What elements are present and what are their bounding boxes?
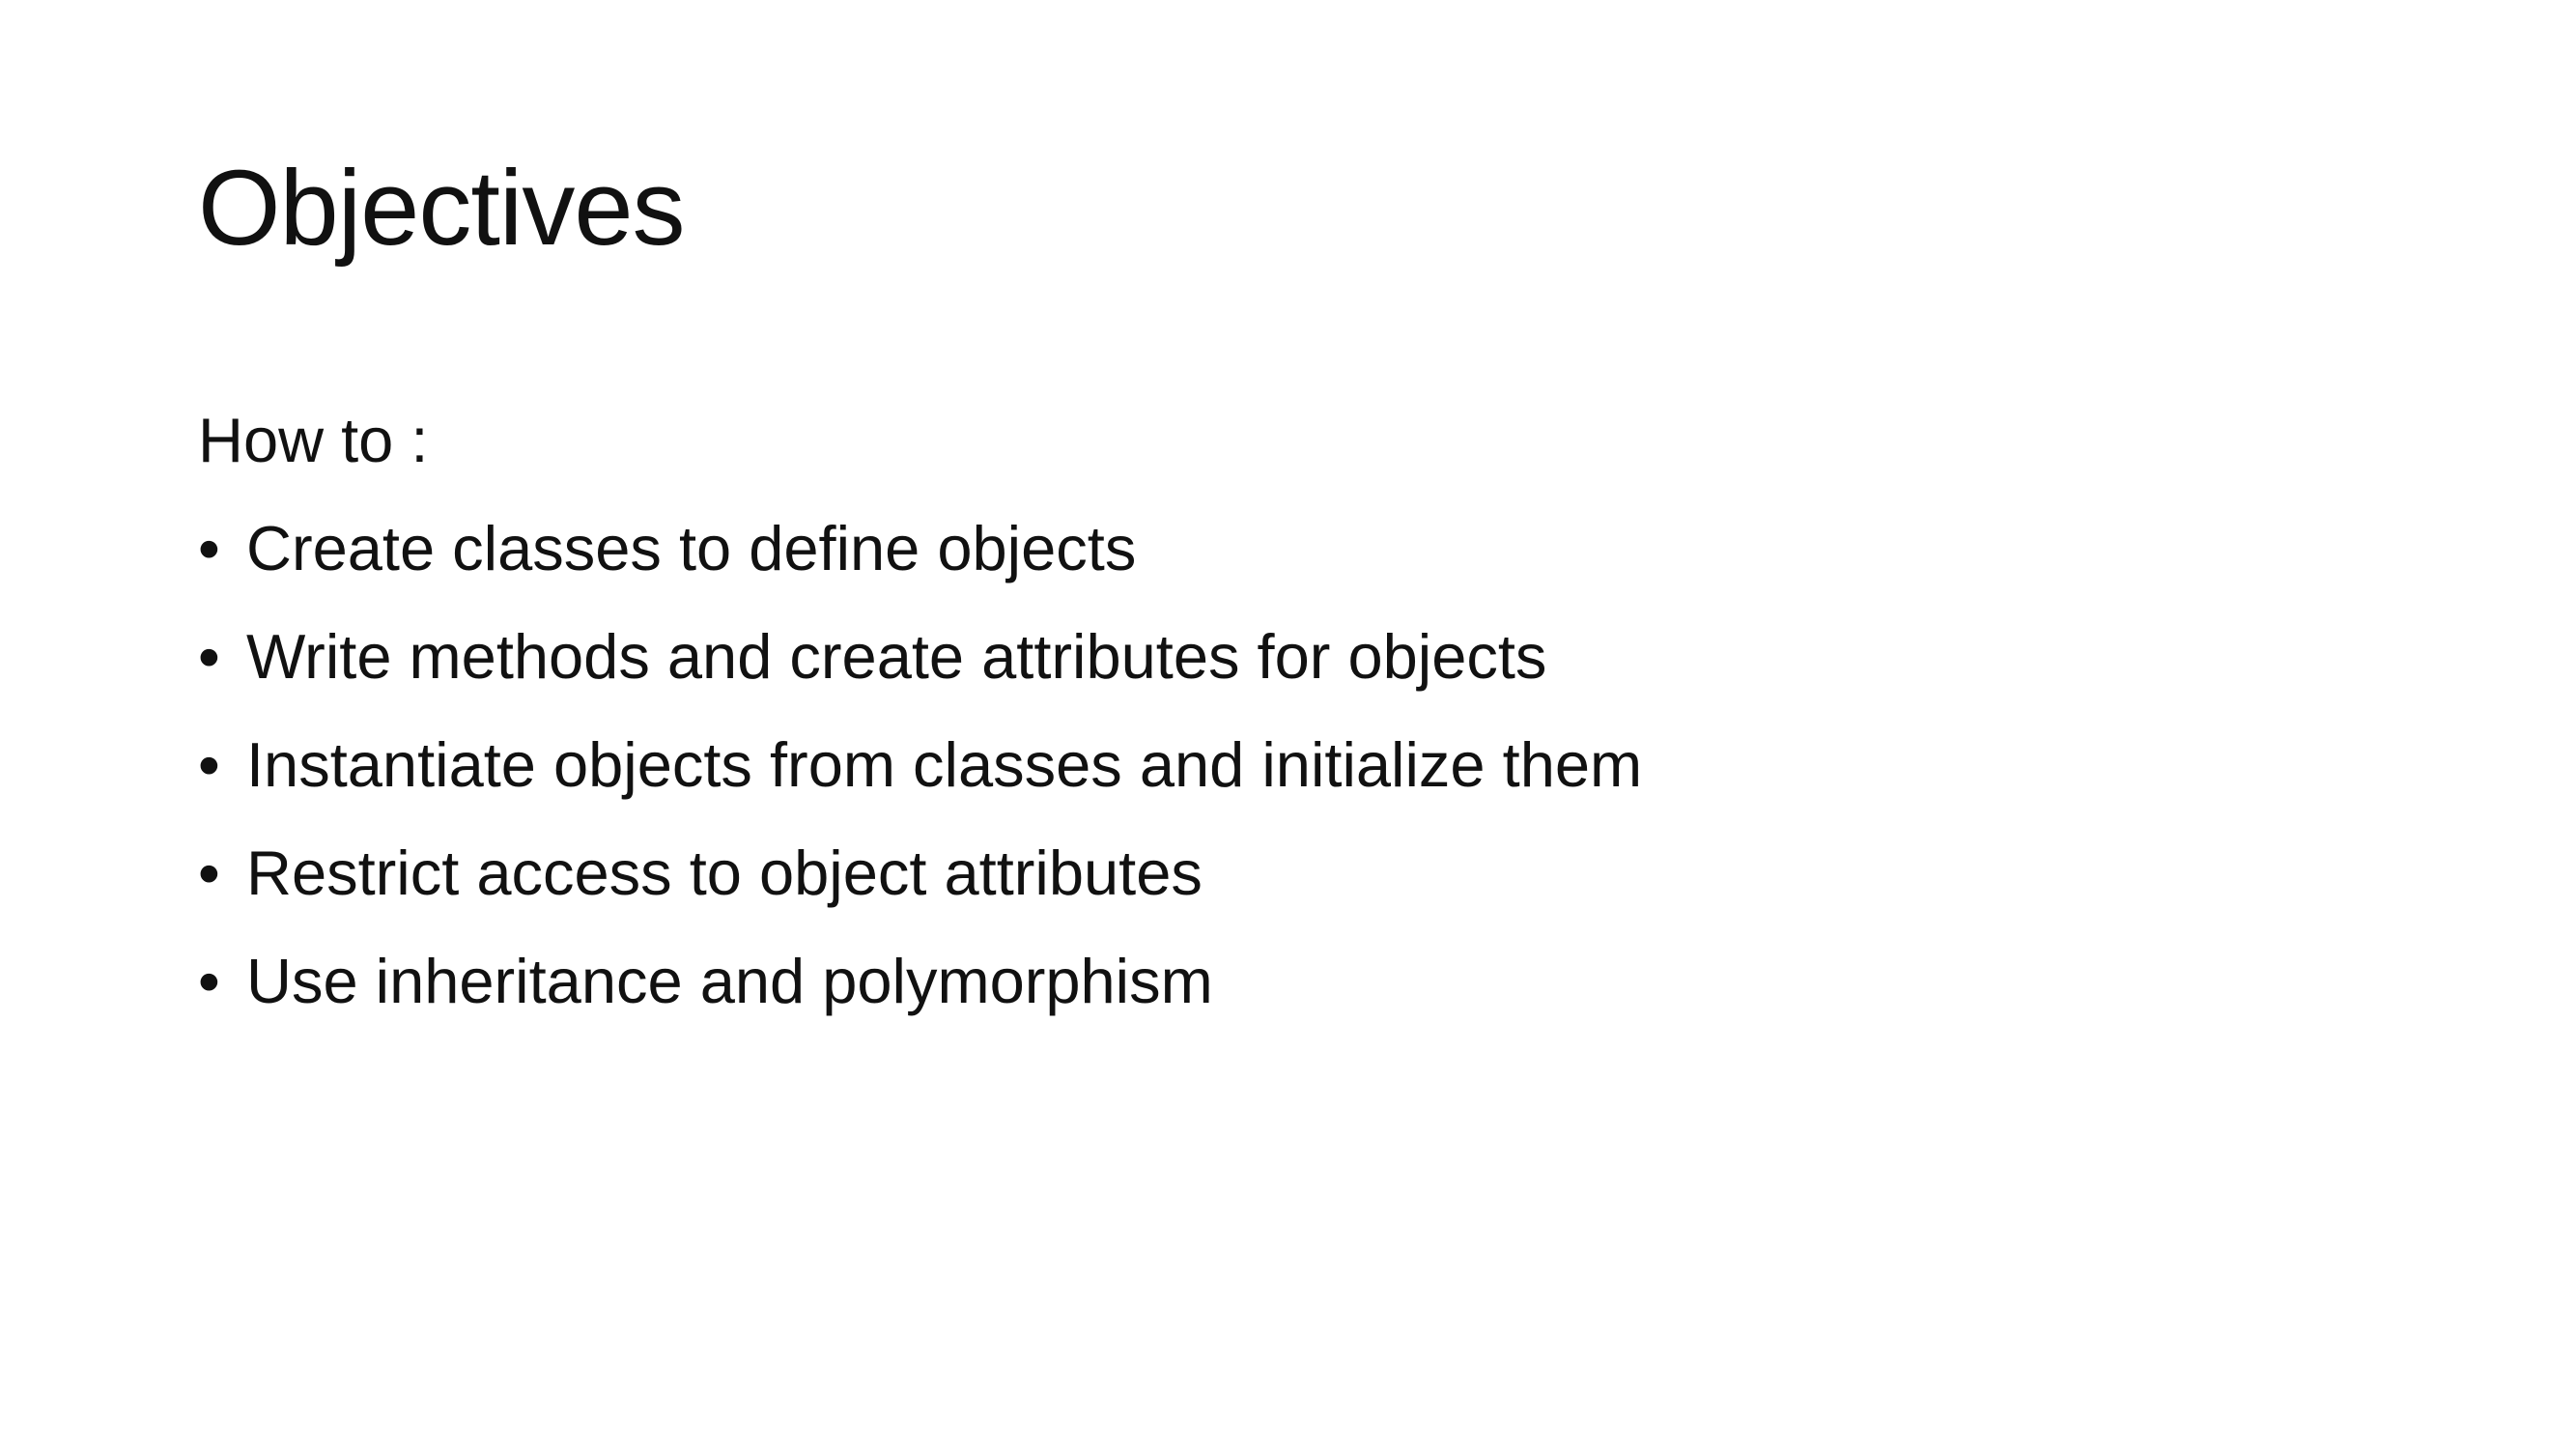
intro-text: How to : bbox=[198, 405, 429, 475]
list-item-text: Use inheritance and polymorphism bbox=[246, 946, 1213, 1016]
list-item: • Write methods and create attributes fo… bbox=[198, 603, 2323, 711]
list-item: • Restrict access to object attributes bbox=[198, 819, 2323, 927]
bullet-icon: • bbox=[198, 621, 220, 692]
list-item-text: Create classes to define objects bbox=[246, 513, 1137, 583]
slide: Objectives How to : • Create classes to … bbox=[0, 0, 2576, 1449]
bullet-icon: • bbox=[198, 946, 220, 1016]
objectives-list: • Create classes to define objects • Wri… bbox=[198, 495, 2323, 1036]
slide-title: Objectives bbox=[198, 149, 686, 268]
list-item: • Use inheritance and polymorphism bbox=[198, 927, 2323, 1036]
bullet-icon: • bbox=[198, 729, 220, 800]
list-item: • Instantiate objects from classes and i… bbox=[198, 711, 2323, 819]
bullet-icon: • bbox=[198, 838, 220, 908]
list-item-text: Write methods and create attributes for … bbox=[246, 621, 1547, 692]
list-item-text: Restrict access to object attributes bbox=[246, 838, 1203, 908]
slide-body: How to : • Create classes to define obje… bbox=[198, 386, 2323, 1036]
list-item: • Create classes to define objects bbox=[198, 495, 2323, 603]
list-item-text: Instantiate objects from classes and ini… bbox=[246, 729, 1643, 800]
bullet-icon: • bbox=[198, 513, 220, 583]
